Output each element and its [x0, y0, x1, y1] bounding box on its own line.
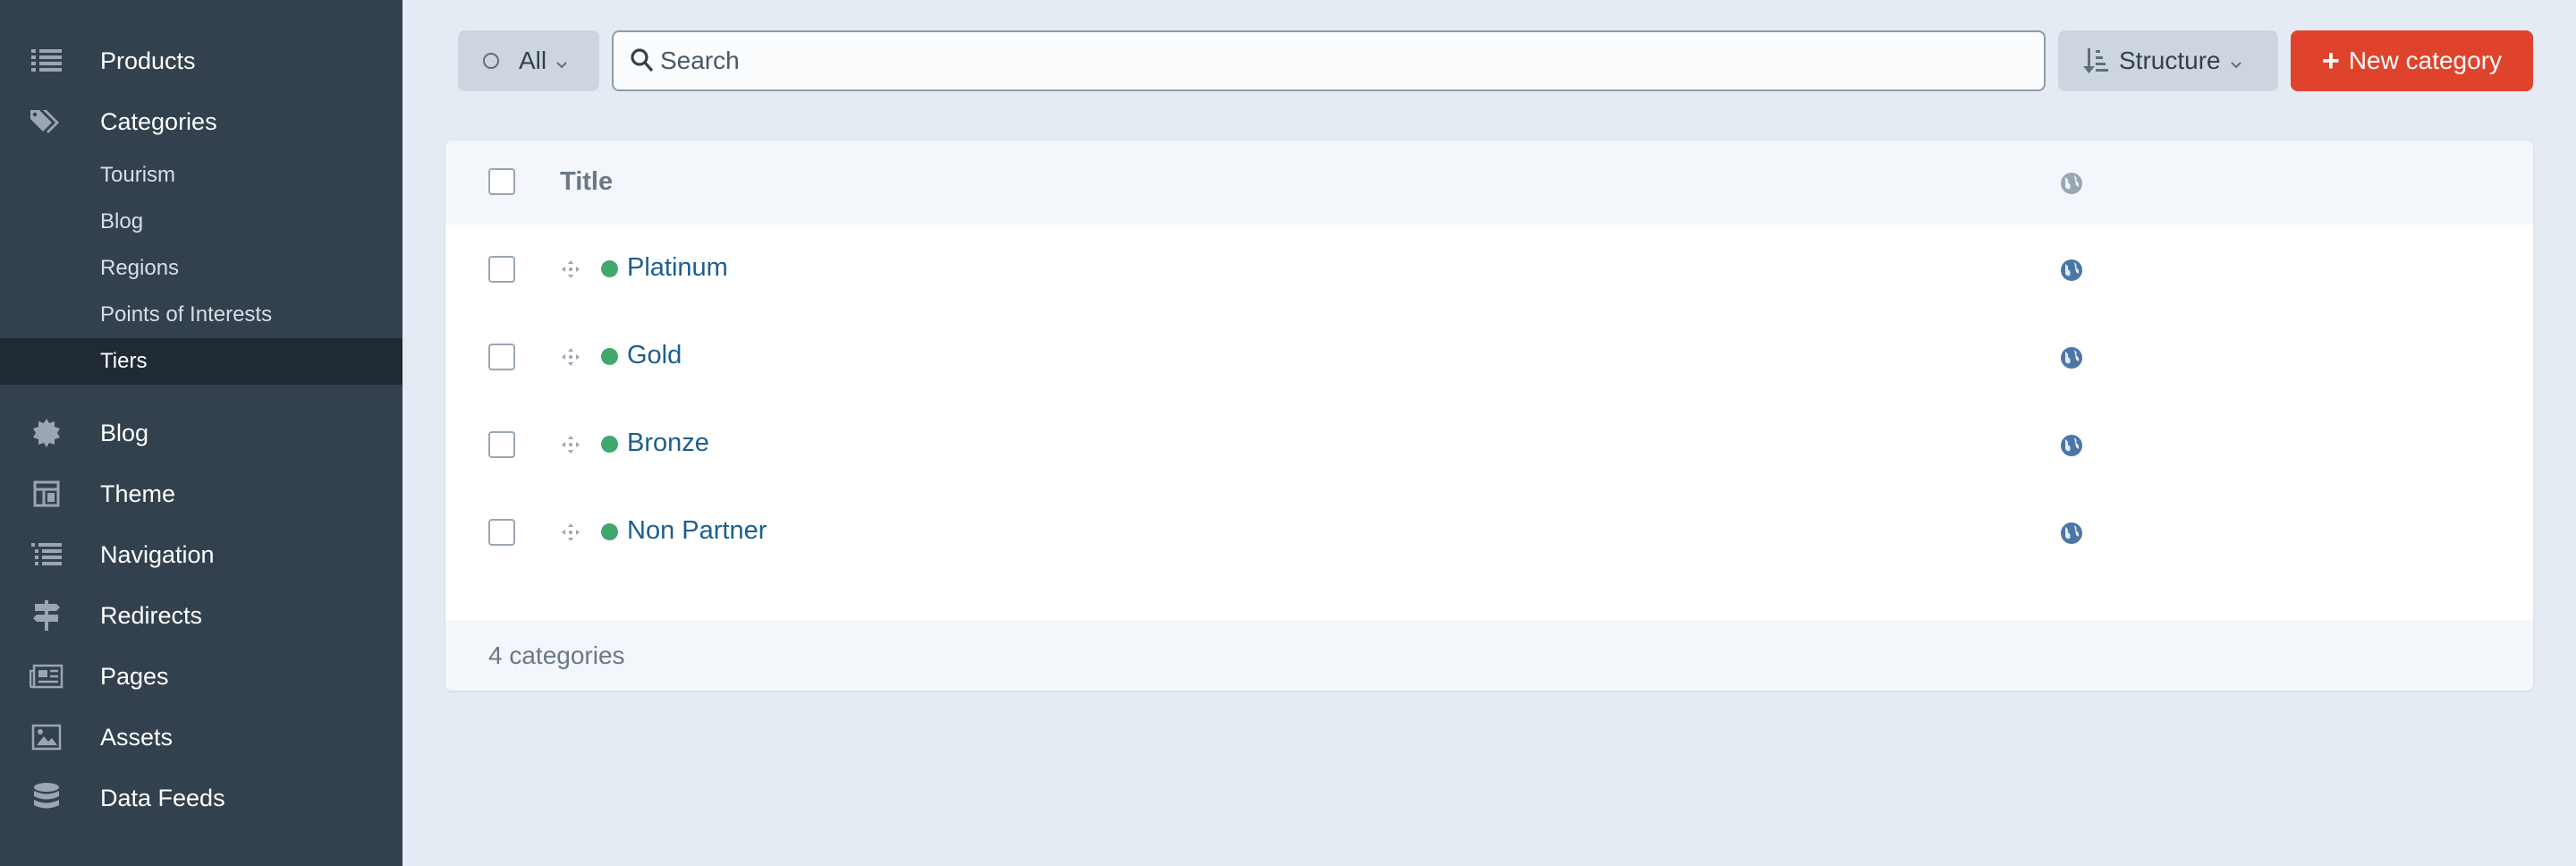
sidebar-item-theme[interactable]: Theme	[0, 465, 402, 522]
sidebar-item-navigation[interactable]: Navigation	[0, 526, 402, 583]
sidebar-item-label: Categories	[100, 107, 217, 135]
sidebar-subitem-regions[interactable]: Regions	[0, 245, 402, 292]
image-icon	[29, 719, 64, 755]
sidebar-item-redirects[interactable]: Redirects	[0, 587, 402, 644]
sidebar-subitem-points-of-interests[interactable]: Points of Interests	[0, 292, 402, 338]
database-icon	[29, 780, 64, 816]
category-count: 4 categories	[488, 641, 625, 669]
tags-icon	[29, 104, 64, 140]
categories-table: Title Platinum Gold Bronze Non Partner 4…	[445, 140, 2533, 691]
status-dot	[601, 260, 618, 277]
sidebar-subitem-blog[interactable]: Blog	[0, 199, 402, 245]
chevron-down-icon	[2230, 47, 2242, 75]
row-title-link[interactable]: Gold	[627, 341, 682, 370]
signpost-icon	[29, 598, 64, 633]
table-row: Bronze	[445, 400, 2533, 488]
badge-icon	[29, 415, 64, 451]
sidebar-subitem-label: Blog	[100, 209, 144, 233]
table-header: Title	[445, 140, 2533, 225]
sidebar-subitem-label: Points of Interests	[100, 302, 273, 327]
status-filter-label: All	[519, 47, 547, 74]
globe-icon[interactable]	[2060, 522, 2083, 545]
sidebar-subitem-label: Regions	[100, 256, 180, 280]
sidebar-item-products[interactable]: Products	[0, 32, 402, 89]
status-circle-icon	[483, 53, 499, 69]
sidebar-subitem-label: Tiers	[100, 349, 148, 373]
new-category-button[interactable]: + New category	[2291, 30, 2533, 91]
newspaper-icon	[29, 658, 64, 694]
sidebar-subitem-label: Tourism	[100, 163, 176, 187]
table-row: Gold	[445, 312, 2533, 400]
row-checkbox[interactable]	[488, 344, 515, 370]
globe-icon[interactable]	[2060, 259, 2083, 282]
row-checkbox[interactable]	[488, 431, 515, 458]
table-row: Platinum	[445, 225, 2533, 312]
globe-icon[interactable]	[2060, 434, 2083, 457]
sidebar-item-label: Data Feeds	[100, 784, 225, 811]
sidebar-item-label: Pages	[100, 662, 169, 690]
layout-icon	[29, 476, 64, 512]
status-filter-button[interactable]: All	[458, 30, 599, 91]
drag-handle-icon[interactable]	[562, 348, 580, 366]
sidebar-item-categories[interactable]: Categories	[0, 93, 402, 150]
row-checkbox[interactable]	[488, 519, 515, 546]
sidebar-item-label: Blog	[100, 419, 149, 446]
status-dot	[601, 523, 618, 540]
drag-handle-icon[interactable]	[562, 523, 580, 541]
sort-label: Structure	[2119, 47, 2221, 74]
row-title-link[interactable]: Bronze	[627, 429, 709, 458]
sidebar-subitem-tourism[interactable]: Tourism	[0, 152, 402, 199]
sidebar-item-label: Redirects	[100, 601, 203, 629]
row-title-link[interactable]: Platinum	[627, 253, 728, 283]
globe-icon[interactable]	[2060, 346, 2083, 369]
sort-order-icon	[2083, 47, 2110, 75]
row-title-link[interactable]: Non Partner	[627, 516, 767, 546]
globe-icon	[2060, 172, 2083, 195]
select-all-checkbox[interactable]	[488, 168, 515, 195]
row-checkbox[interactable]	[488, 256, 515, 283]
sidebar: Products Categories Tourism Blog Regions…	[0, 0, 402, 866]
sidebar-item-data-feeds[interactable]: Data Feeds	[0, 769, 402, 827]
status-dot	[601, 348, 618, 365]
new-category-label: New category	[2348, 47, 2503, 74]
search-box	[612, 30, 2046, 91]
status-dot	[601, 436, 618, 453]
drag-handle-icon[interactable]	[562, 436, 580, 454]
sidebar-item-label: Products	[100, 47, 196, 74]
sidebar-item-label: Assets	[100, 723, 174, 751]
search-input[interactable]	[660, 32, 2020, 89]
column-header-title[interactable]: Title	[560, 167, 613, 197]
drag-handle-icon[interactable]	[562, 260, 580, 278]
nav-list-icon	[29, 537, 64, 573]
table-row: Non Partner	[445, 488, 2533, 575]
chevron-down-icon	[555, 47, 568, 75]
list-icon	[29, 43, 64, 79]
sidebar-subitem-tiers[interactable]: Tiers	[0, 338, 402, 385]
sidebar-item-pages[interactable]: Pages	[0, 648, 402, 705]
sort-structure-button[interactable]: Structure	[2058, 30, 2278, 91]
table-footer: 4 categories	[445, 620, 2533, 691]
plus-icon: +	[2321, 44, 2340, 78]
search-icon	[630, 47, 655, 79]
sidebar-item-label: Navigation	[100, 540, 215, 568]
sidebar-item-assets[interactable]: Assets	[0, 709, 402, 766]
sidebar-item-label: Theme	[100, 480, 176, 507]
sidebar-item-blog[interactable]: Blog	[0, 404, 402, 462]
